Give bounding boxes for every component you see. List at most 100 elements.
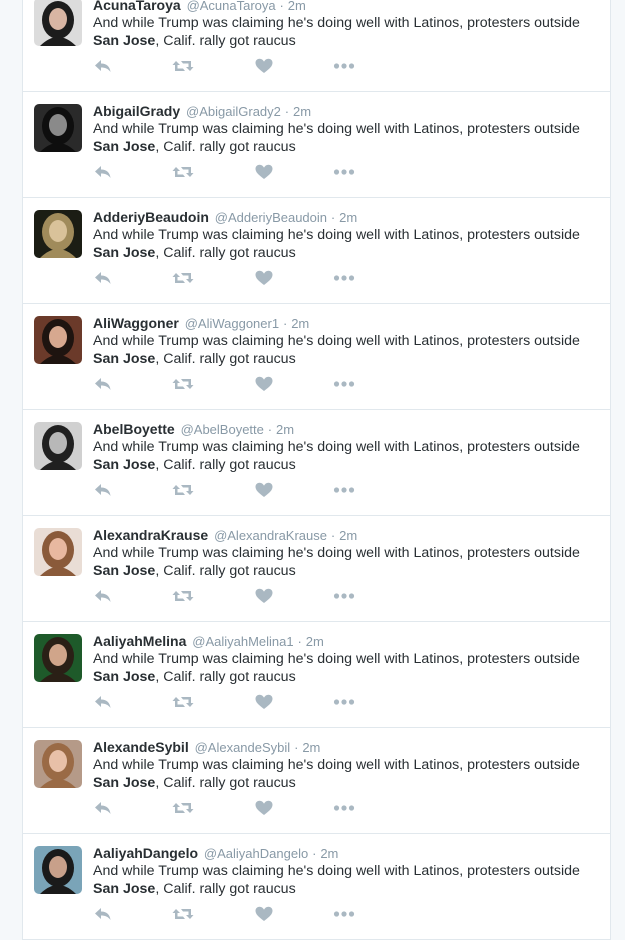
- tweet-text-prefix: And while Trump was claiming he's doing …: [93, 651, 580, 667]
- tweet-text: And while Trump was claiming he's doing …: [93, 438, 598, 474]
- timestamp[interactable]: 2m: [302, 740, 320, 755]
- timestamp[interactable]: 2m: [291, 316, 309, 331]
- avatar[interactable]: [34, 528, 82, 576]
- like-button[interactable]: [254, 162, 276, 182]
- retweet-button[interactable]: [172, 586, 194, 606]
- timestamp[interactable]: 2m: [276, 422, 294, 437]
- fullname[interactable]: AaliyahMelina: [93, 633, 186, 649]
- timestamp[interactable]: 2m: [288, 0, 306, 13]
- more-button[interactable]: [333, 268, 355, 288]
- avatar[interactable]: [34, 104, 82, 152]
- username[interactable]: @AlexandeSybil: [195, 740, 291, 755]
- more-icon: [333, 63, 355, 69]
- more-button[interactable]: [333, 480, 355, 500]
- username[interactable]: @AcunaTaroya: [187, 0, 276, 13]
- more-button[interactable]: [333, 162, 355, 182]
- retweet-button[interactable]: [172, 162, 194, 182]
- like-button[interactable]: [254, 798, 276, 818]
- heart-icon: [255, 58, 273, 73]
- tweet-header: AbigailGrady @AbigailGrady2 · 2m: [93, 102, 311, 121]
- username[interactable]: @AaliyahMelina1: [192, 634, 293, 649]
- avatar[interactable]: [34, 316, 82, 364]
- retweet-button[interactable]: [172, 480, 194, 500]
- avatar[interactable]: [34, 740, 82, 788]
- timestamp[interactable]: 2m: [339, 528, 357, 543]
- reply-icon: [95, 166, 111, 178]
- more-button[interactable]: [333, 374, 355, 394]
- retweet-icon: [172, 167, 194, 177]
- timestamp[interactable]: 2m: [293, 104, 311, 119]
- more-icon: [333, 805, 355, 811]
- more-icon: [333, 699, 355, 705]
- reply-button[interactable]: [93, 692, 115, 712]
- like-button[interactable]: [254, 904, 276, 924]
- retweet-button[interactable]: [172, 374, 194, 394]
- more-button[interactable]: [333, 904, 355, 924]
- like-button[interactable]: [254, 374, 276, 394]
- username[interactable]: @AbigailGrady2: [186, 104, 281, 119]
- like-button[interactable]: [254, 268, 276, 288]
- reply-button[interactable]: [93, 798, 115, 818]
- retweet-button[interactable]: [172, 268, 194, 288]
- fullname[interactable]: AcunaTaroya: [93, 0, 181, 13]
- separator: ·: [284, 104, 290, 119]
- fullname[interactable]: AlexandraKrause: [93, 527, 208, 543]
- reply-button[interactable]: [93, 480, 115, 500]
- tweet[interactable]: AbigailGrady @AbigailGrady2 · 2m And whi…: [23, 92, 610, 198]
- more-button[interactable]: [333, 586, 355, 606]
- retweet-button[interactable]: [172, 56, 194, 76]
- timestamp[interactable]: 2m: [320, 846, 338, 861]
- tweet[interactable]: AliWaggoner @AliWaggoner1 · 2m And while…: [23, 304, 610, 410]
- tweet[interactable]: AbelBoyette @AbelBoyette · 2m And while …: [23, 410, 610, 516]
- username[interactable]: @AbelBoyette: [181, 422, 264, 437]
- fullname[interactable]: AdderiyBeaudoin: [93, 209, 209, 225]
- fullname[interactable]: AbelBoyette: [93, 421, 175, 437]
- avatar-image: [34, 210, 82, 258]
- fullname[interactable]: AbigailGrady: [93, 103, 180, 119]
- fullname[interactable]: AliWaggoner: [93, 315, 179, 331]
- reply-button[interactable]: [93, 586, 115, 606]
- avatar[interactable]: [34, 0, 82, 46]
- tweet[interactable]: AaliyahMelina @AaliyahMelina1 · 2m And w…: [23, 622, 610, 728]
- like-button[interactable]: [254, 56, 276, 76]
- tweet[interactable]: AaliyahDangelo @AaliyahDangelo · 2m And …: [23, 834, 610, 940]
- username[interactable]: @AlexandraKrause: [214, 528, 327, 543]
- tweet-text: And while Trump was claiming he's doing …: [93, 862, 598, 898]
- tweet[interactable]: AdderiyBeaudoin @AdderiyBeaudoin · 2m An…: [23, 198, 610, 304]
- like-button[interactable]: [254, 692, 276, 712]
- tweet[interactable]: AlexandraKrause @AlexandraKrause · 2m An…: [23, 516, 610, 622]
- timestamp[interactable]: 2m: [306, 634, 324, 649]
- retweet-icon: [172, 61, 194, 71]
- timestamp[interactable]: 2m: [339, 210, 357, 225]
- reply-button[interactable]: [93, 904, 115, 924]
- avatar[interactable]: [34, 634, 82, 682]
- fullname[interactable]: AlexandeSybil: [93, 739, 189, 755]
- reply-button[interactable]: [93, 162, 115, 182]
- retweet-button[interactable]: [172, 798, 194, 818]
- tweet-text-bold: San Jose: [93, 33, 156, 49]
- retweet-button[interactable]: [172, 904, 194, 924]
- more-button[interactable]: [333, 692, 355, 712]
- reply-button[interactable]: [93, 374, 115, 394]
- reply-button[interactable]: [93, 268, 115, 288]
- tweet[interactable]: AcunaTaroya @AcunaTaroya · 2m And while …: [23, 0, 610, 92]
- heart-icon: [255, 482, 273, 497]
- more-button[interactable]: [333, 56, 355, 76]
- avatar[interactable]: [34, 846, 82, 894]
- username[interactable]: @AaliyahDangelo: [204, 846, 308, 861]
- username[interactable]: @AliWaggoner1: [185, 316, 279, 331]
- more-button[interactable]: [333, 798, 355, 818]
- avatar[interactable]: [34, 422, 82, 470]
- fullname[interactable]: AaliyahDangelo: [93, 845, 198, 861]
- tweet[interactable]: AlexandeSybil @AlexandeSybil · 2m And wh…: [23, 728, 610, 834]
- like-button[interactable]: [254, 586, 276, 606]
- like-button[interactable]: [254, 480, 276, 500]
- reply-button[interactable]: [93, 56, 115, 76]
- username[interactable]: @AdderiyBeaudoin: [215, 210, 327, 225]
- tweet-text: And while Trump was claiming he's doing …: [93, 332, 598, 368]
- retweet-button[interactable]: [172, 692, 194, 712]
- avatar[interactable]: [34, 210, 82, 258]
- separator: ·: [267, 422, 273, 437]
- separator: ·: [294, 740, 299, 755]
- tweet-text-bold: San Jose: [93, 669, 156, 685]
